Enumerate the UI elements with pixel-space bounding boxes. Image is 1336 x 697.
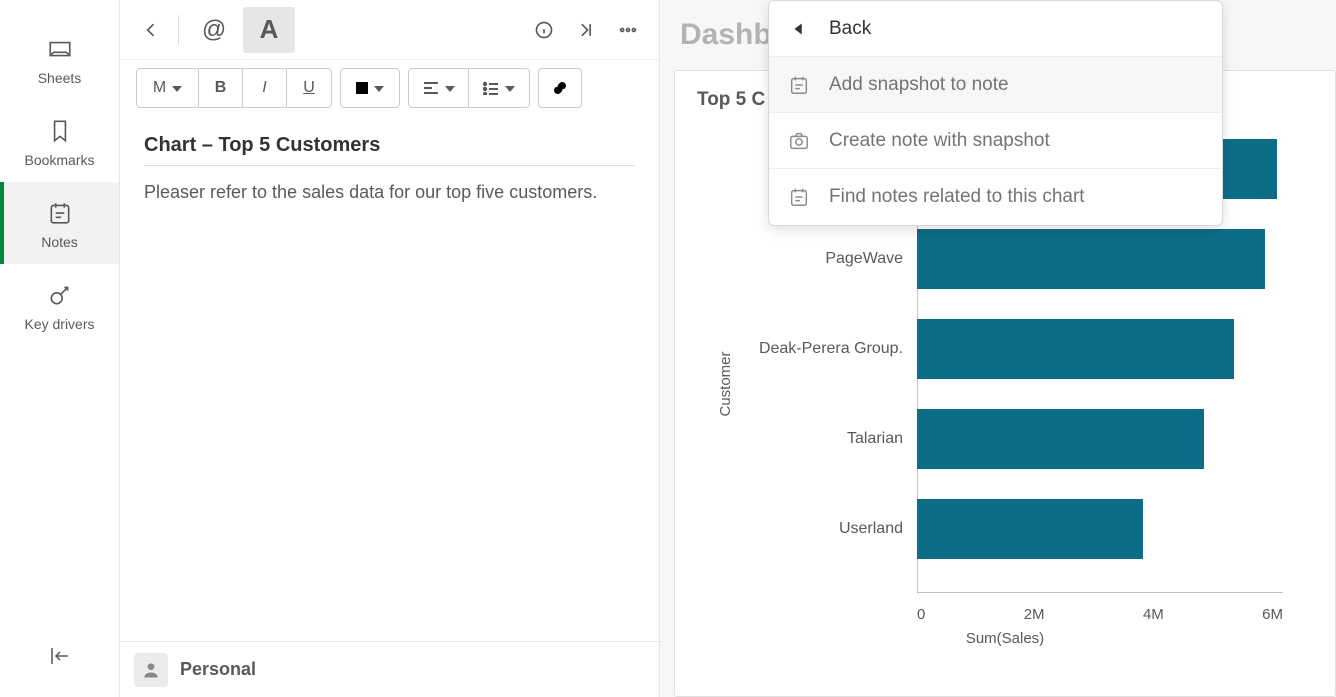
chart-bar[interactable] (917, 409, 1204, 469)
popover-find-notes[interactable]: Find notes related to this chart (769, 169, 1222, 225)
chart-tick-label: 4M (1143, 606, 1164, 623)
note-footer: Personal (120, 641, 659, 697)
chart-category-label: Talarian (747, 430, 917, 448)
sidebar-item-notes[interactable]: Notes (0, 182, 119, 264)
paragraph-group (408, 68, 530, 108)
info-button[interactable] (523, 9, 565, 51)
align-select[interactable] (409, 69, 469, 107)
popover-create-note[interactable]: Create note with snapshot (769, 113, 1222, 169)
notes-icon (787, 186, 811, 208)
chart-bar-row: PageWave (747, 229, 1283, 289)
snapshot-popover: Back Add snapshot to note Create note wi… (768, 0, 1223, 226)
chart-category-label: Userland (747, 520, 917, 538)
popover-back-button[interactable]: Back (769, 1, 1222, 57)
popover-add-snapshot[interactable]: Add snapshot to note (769, 57, 1222, 113)
chart-bar[interactable] (917, 499, 1143, 559)
back-triangle-icon (787, 18, 811, 40)
notes-icon (47, 200, 73, 226)
chart-tick-label: 6M (1262, 606, 1283, 623)
divider (178, 15, 179, 45)
chart-x-ticks: 0 2M 4M 6M (917, 606, 1283, 623)
chart-y-label: Customer (717, 351, 734, 416)
chart-x-label: Sum(Sales) (966, 630, 1044, 647)
color-group (340, 68, 400, 108)
sheet-icon (47, 36, 73, 62)
list-select[interactable] (469, 69, 529, 107)
sidebar-item-label: Sheets (38, 70, 82, 86)
chart-tick-label: 2M (1024, 606, 1045, 623)
mention-button[interactable]: @ (191, 7, 237, 53)
chart-tick-label: 0 (917, 606, 925, 623)
sidebar-item-label: Key drivers (24, 316, 94, 332)
format-toolbar: M B I U (120, 60, 659, 116)
collapse-sidebar-button[interactable] (46, 644, 74, 673)
back-button[interactable] (130, 9, 172, 51)
chart-category-label: PageWave (747, 250, 917, 268)
format-text-button[interactable]: A (243, 7, 295, 53)
notes-panel: @ A M B I U (120, 0, 660, 697)
link-button[interactable] (538, 68, 582, 108)
text-style-group: M B I U (136, 68, 332, 108)
text-color-select[interactable] (341, 69, 399, 107)
chart-bar[interactable] (917, 319, 1234, 379)
chart-category-label: Deak-Perera Group. (747, 340, 917, 358)
note-body-text[interactable]: Pleaser refer to the sales data for our … (144, 182, 635, 203)
more-options-button[interactable] (607, 9, 649, 51)
sidebar-item-label: Notes (41, 234, 78, 250)
chart-bar-row: Deak-Perera Group. (747, 319, 1283, 379)
italic-button[interactable]: I (243, 69, 287, 107)
note-scope-label[interactable]: Personal (180, 659, 256, 680)
sidebar-item-label: Bookmarks (24, 152, 94, 168)
note-titlebar: @ A (120, 0, 659, 60)
camera-icon (787, 130, 811, 152)
text-size-select[interactable]: M (137, 69, 199, 107)
sidebar-item-bookmarks[interactable]: Bookmarks (0, 100, 119, 182)
bold-button[interactable]: B (199, 69, 243, 107)
note-title[interactable]: Chart – Top 5 Customers (144, 134, 635, 166)
chart-bar-row: Userland (747, 499, 1283, 559)
key-drivers-icon (47, 282, 73, 308)
chart-bar-row: Talarian (747, 409, 1283, 469)
underline-button[interactable]: U (287, 69, 331, 107)
bookmark-icon (47, 118, 73, 144)
sidebar-item-sheets[interactable]: Sheets (0, 18, 119, 100)
sidebar-item-key-drivers[interactable]: Key drivers (0, 264, 119, 346)
left-sidebar: Sheets Bookmarks Notes Key drivers (0, 0, 120, 697)
notes-icon (787, 74, 811, 96)
avatar (134, 653, 168, 687)
dashboard-area: Dashb Top 5 C Customer ParacelPageWaveDe… (660, 0, 1336, 697)
note-editor[interactable]: Chart – Top 5 Customers Pleaser refer to… (120, 116, 659, 641)
chart-bar[interactable] (917, 229, 1265, 289)
skip-last-button[interactable] (565, 9, 607, 51)
color-swatch (356, 82, 368, 94)
